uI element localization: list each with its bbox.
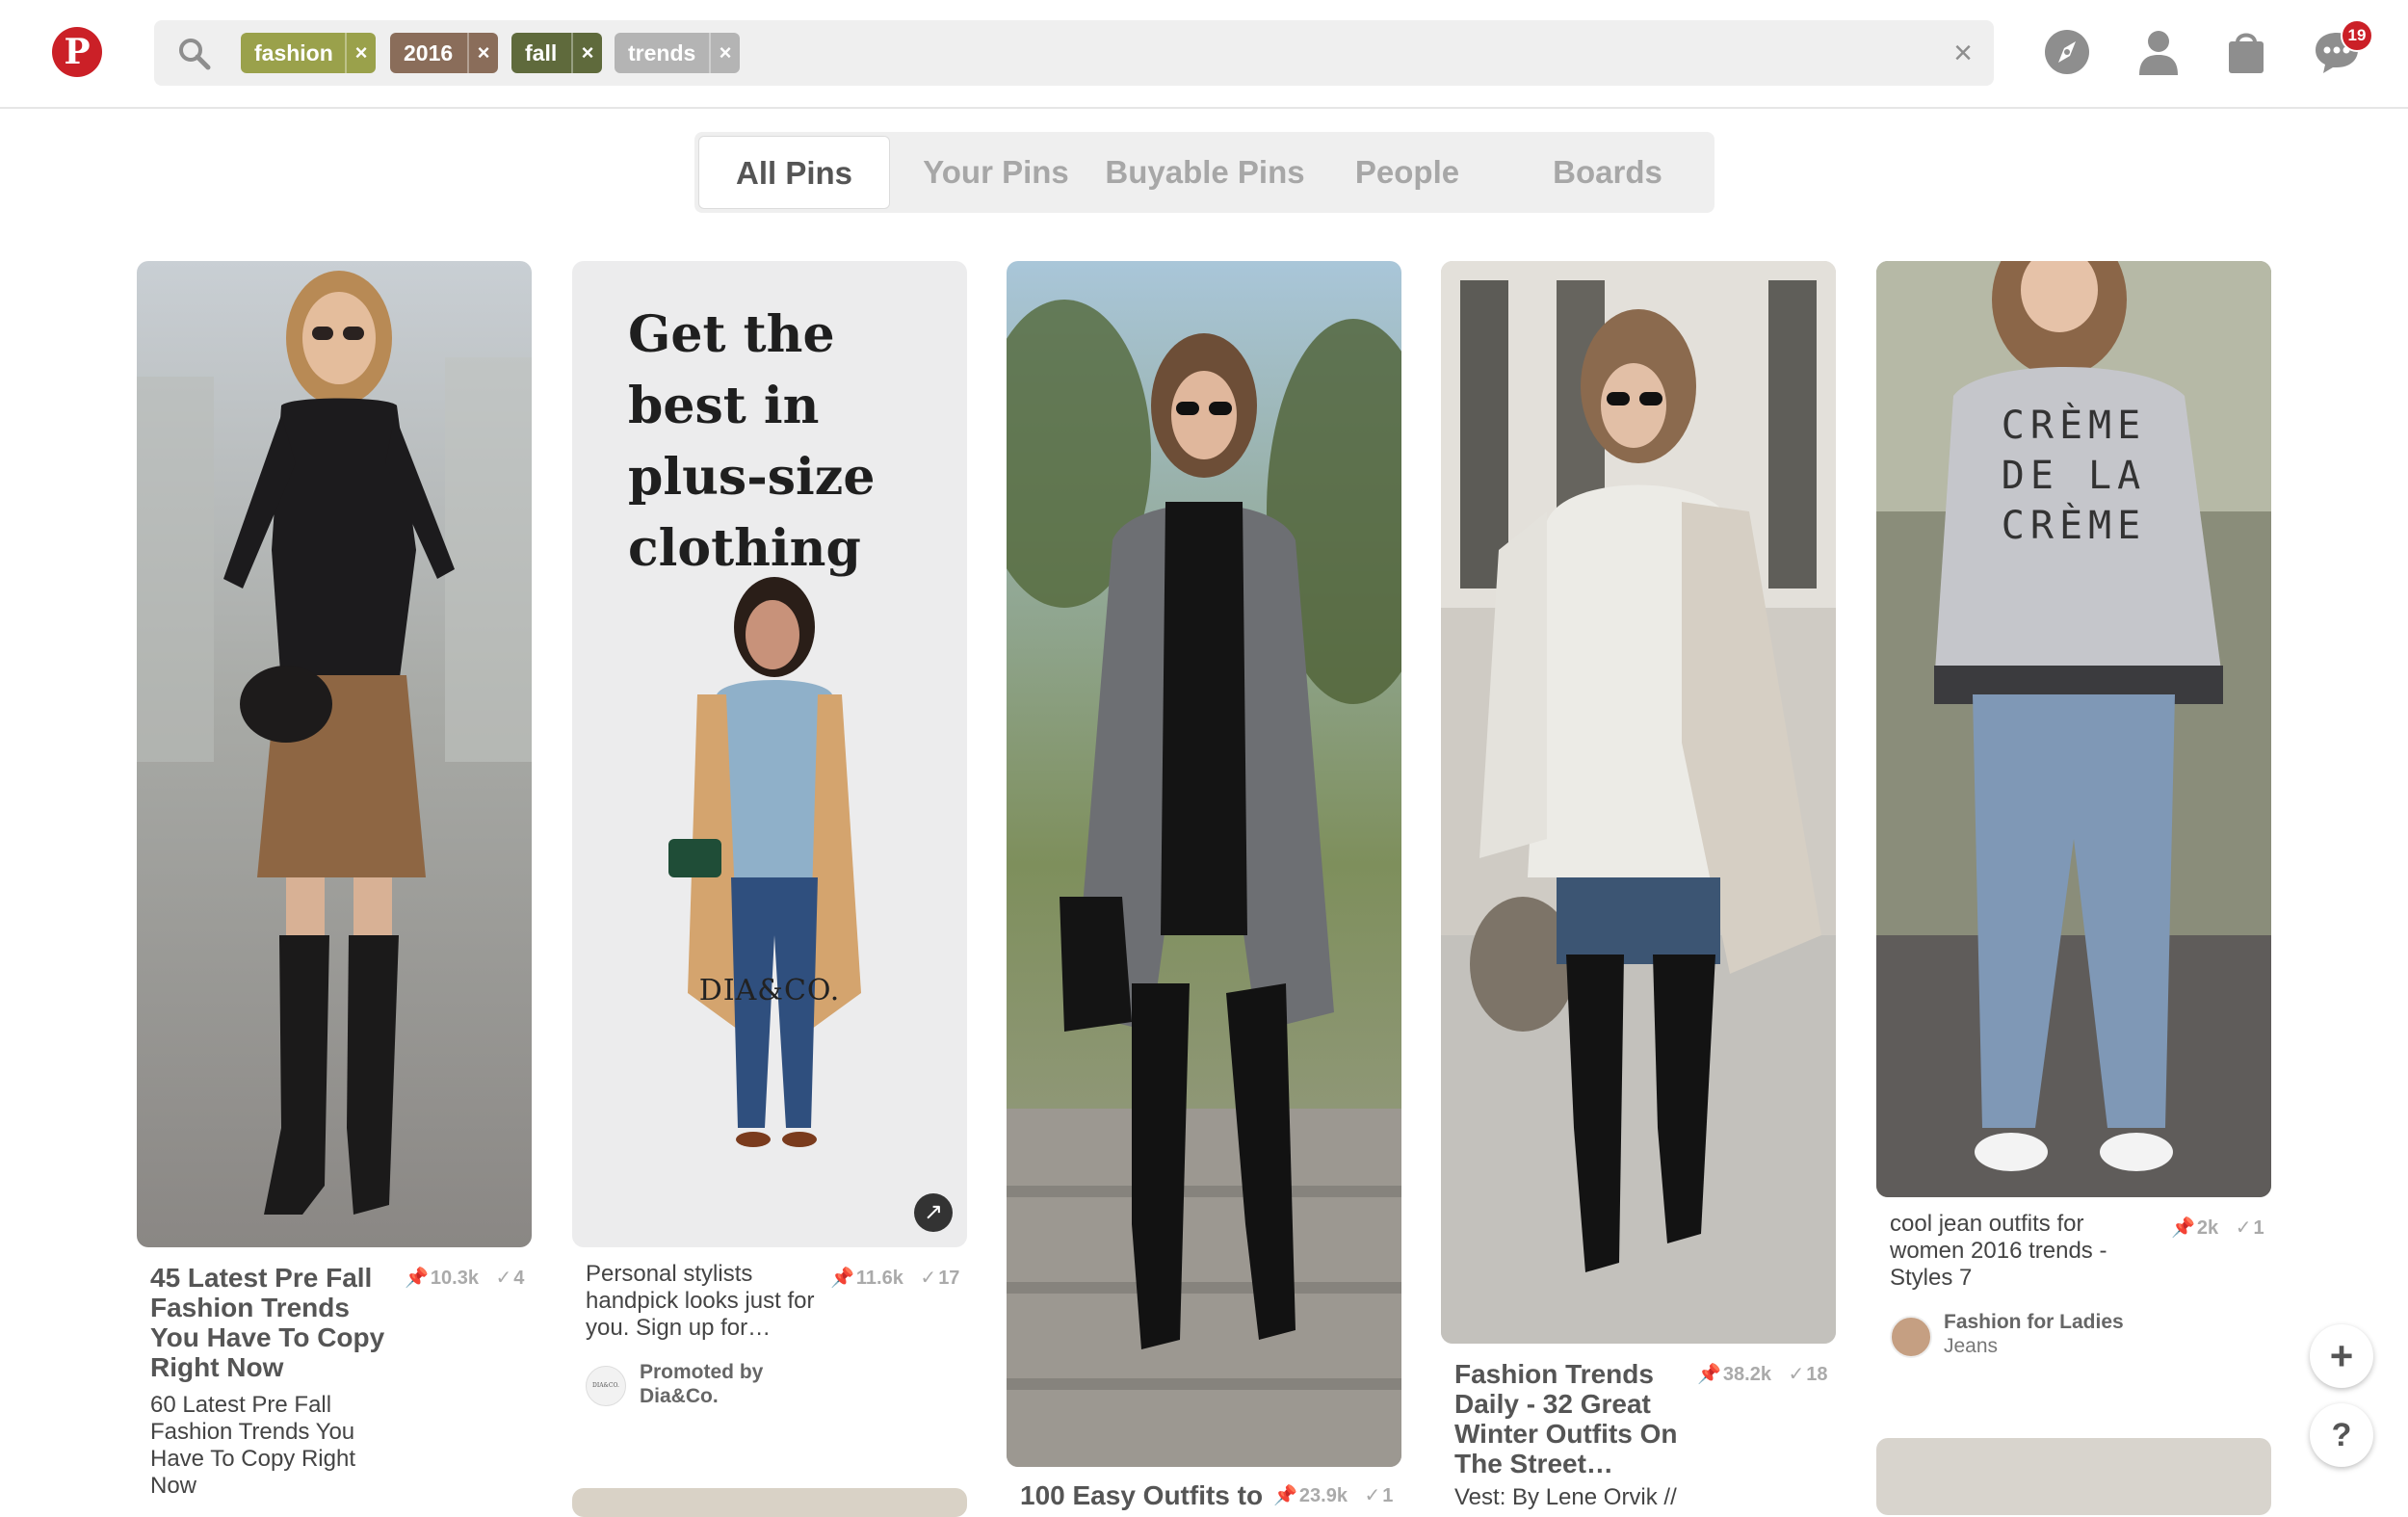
help-button[interactable]: ? bbox=[2310, 1403, 2373, 1467]
repin-count: 23.9k bbox=[1298, 1485, 1348, 1506]
pin-description: Personal stylists handpick looks just fo… bbox=[586, 1261, 815, 1341]
notification-badge: 19 bbox=[2341, 19, 2373, 52]
sweater-print-text: CRÈME DE LA CRÈME bbox=[1934, 401, 2213, 551]
search-tag-fashion[interactable]: fashion × bbox=[241, 33, 376, 73]
board-name[interactable]: Jeans bbox=[1944, 1334, 1998, 1358]
tag-label: fall bbox=[525, 40, 558, 65]
sweater-text-line: CRÈME bbox=[2001, 504, 2147, 548]
pin-stats: 📌 10.3k ✓ 4 bbox=[405, 1266, 524, 1290]
repin-count: 11.6k bbox=[855, 1268, 903, 1289]
pin-count-icon: 📌 bbox=[2171, 1217, 2195, 1239]
pin-title[interactable]: 100 Easy Outfits to bbox=[1020, 1480, 1270, 1510]
pin-count-icon: 📌 bbox=[1697, 1364, 1721, 1385]
external-link-icon[interactable]: ↗ bbox=[914, 1193, 953, 1232]
top-header: P fashion × 2016 × fall × trends × × 19 bbox=[0, 0, 2408, 109]
pin-image[interactable] bbox=[572, 1488, 967, 1517]
like-check-icon: ✓ bbox=[495, 1268, 512, 1289]
board-owner-name[interactable]: Fashion for Ladies bbox=[1944, 1310, 2124, 1334]
tab-all-pins[interactable]: All Pins bbox=[698, 136, 890, 209]
pin-count-icon: 📌 bbox=[830, 1268, 854, 1289]
remove-tag-icon[interactable]: × bbox=[571, 33, 602, 73]
search-filter-tabs: All Pins Your Pins Buyable Pins People B… bbox=[694, 132, 1714, 213]
like-check-icon: ✓ bbox=[1364, 1485, 1381, 1506]
pin-description: Vest: By Lene Orvik // bbox=[1454, 1484, 1677, 1510]
pin-image[interactable]: CRÈME DE LA CRÈME bbox=[1876, 261, 2271, 1197]
search-tag-trends[interactable]: trends × bbox=[615, 33, 740, 73]
remove-tag-icon[interactable]: × bbox=[467, 33, 498, 73]
compass-icon[interactable] bbox=[2042, 27, 2092, 77]
tag-label: fashion bbox=[254, 40, 333, 65]
like-count: 17 bbox=[938, 1268, 960, 1289]
like-count: 1 bbox=[1382, 1485, 1394, 1506]
like-check-icon: ✓ bbox=[2235, 1217, 2252, 1239]
pin-title[interactable]: Fashion Trends Daily - 32 Great Winter O… bbox=[1454, 1359, 1705, 1478]
pin-image[interactable] bbox=[1876, 1438, 2271, 1515]
like-check-icon: ✓ bbox=[920, 1268, 937, 1289]
pin-image[interactable] bbox=[1441, 261, 1836, 1344]
like-count: 18 bbox=[1806, 1364, 1828, 1385]
like-check-icon: ✓ bbox=[1788, 1364, 1805, 1385]
promoted-by-name[interactable]: Dia&Co. bbox=[640, 1384, 719, 1408]
avatar-text: DIA&CO. bbox=[592, 1382, 619, 1389]
pin-stats: 📌 23.9k ✓ 1 bbox=[1273, 1483, 1393, 1507]
search-icon bbox=[179, 39, 211, 70]
repin-count: 38.2k bbox=[1722, 1364, 1771, 1385]
repin-count: 10.3k bbox=[430, 1268, 479, 1289]
promoted-label: Promoted by bbox=[640, 1361, 764, 1383]
search-tag-fall[interactable]: fall × bbox=[511, 33, 602, 73]
tag-label: 2016 bbox=[404, 40, 454, 65]
tab-people[interactable]: People bbox=[1321, 136, 1494, 209]
shopping-bag-icon[interactable] bbox=[2221, 27, 2271, 77]
pin-count-icon: 📌 bbox=[405, 1268, 429, 1289]
pin-stats: 📌 2k ✓ 1 bbox=[2171, 1216, 2264, 1240]
tab-your-pins[interactable]: Your Pins bbox=[900, 136, 1092, 209]
pin-stats: 📌 11.6k ✓ 17 bbox=[830, 1266, 959, 1290]
promoted-pin-image[interactable]: Get the best in plus-size clothing DIA&C… bbox=[572, 261, 967, 1247]
pin-image[interactable] bbox=[137, 261, 532, 1247]
tab-boards[interactable]: Boards bbox=[1511, 136, 1704, 209]
pin-description: 60 Latest Pre Fall Fashion Trends You Ha… bbox=[150, 1392, 355, 1499]
board-avatar[interactable] bbox=[1890, 1316, 1932, 1358]
pinterest-logo-icon[interactable]: P bbox=[52, 27, 102, 77]
sweater-text-line: CRÈME bbox=[2001, 404, 2147, 448]
pin-stats: 📌 38.2k ✓ 18 bbox=[1697, 1362, 1828, 1386]
repin-count: 2k bbox=[2196, 1217, 2219, 1239]
like-count: 4 bbox=[513, 1268, 525, 1289]
remove-tag-icon[interactable]: × bbox=[709, 33, 740, 73]
pin-description: cool jean outfits for women 2016 trends … bbox=[1890, 1211, 2107, 1291]
clear-search-icon[interactable]: × bbox=[1944, 34, 1982, 72]
tab-buyable-pins[interactable]: Buyable Pins bbox=[1099, 136, 1311, 209]
tag-label: trends bbox=[628, 40, 696, 65]
promoter-avatar[interactable]: DIA&CO. bbox=[586, 1366, 626, 1406]
search-tag-2016[interactable]: 2016 × bbox=[390, 33, 498, 73]
pin-count-icon: 📌 bbox=[1273, 1485, 1297, 1506]
pin-image[interactable] bbox=[1007, 261, 1401, 1467]
search-bar[interactable]: fashion × 2016 × fall × trends × × bbox=[154, 20, 1994, 86]
add-pin-button[interactable]: + bbox=[2310, 1324, 2373, 1388]
remove-tag-icon[interactable]: × bbox=[345, 33, 376, 73]
like-count: 1 bbox=[2253, 1217, 2264, 1239]
pin-title[interactable]: 45 Latest Pre Fall Fashion Trends You Ha… bbox=[150, 1263, 401, 1382]
sweater-text-line: DE LA bbox=[2001, 454, 2147, 498]
profile-icon[interactable] bbox=[2133, 27, 2184, 77]
ad-brand-logo: DIA&CO. bbox=[698, 974, 841, 1007]
